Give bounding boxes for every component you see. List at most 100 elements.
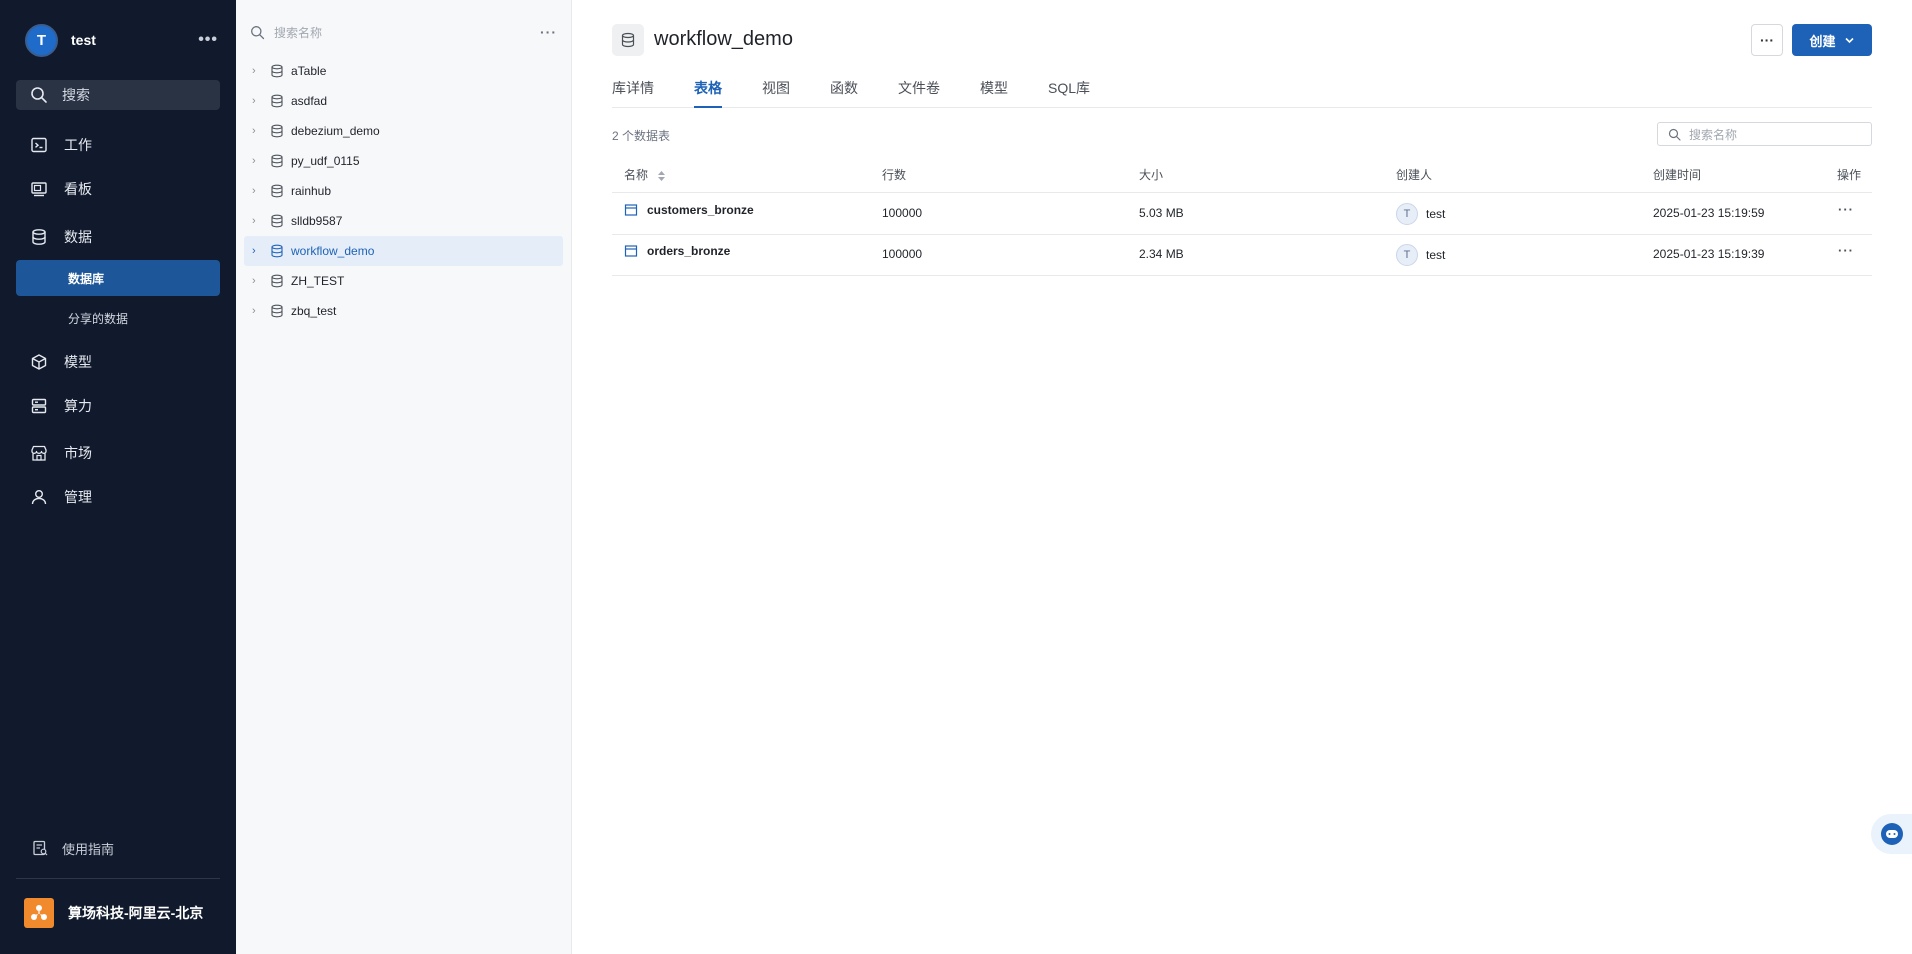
database-icon	[271, 214, 283, 228]
tab-tables[interactable]: 表格	[694, 78, 722, 108]
nav-item-label: 算力	[64, 398, 92, 414]
nav-item-label: 市场	[64, 445, 92, 461]
tab-sql-library[interactable]: SQL库	[1048, 78, 1090, 108]
chevron-right-icon[interactable]: ›	[252, 245, 264, 257]
nav-search-button[interactable]: 搜索	[16, 80, 220, 110]
tab-models[interactable]: 模型	[980, 78, 1008, 108]
search-icon	[1668, 128, 1681, 141]
tab-details[interactable]: 库详情	[612, 78, 654, 108]
chat-support-button[interactable]	[1871, 814, 1912, 854]
table-row[interactable]: customers_bronze 100000 5.03 MB T test 2…	[612, 194, 1872, 235]
owner-name: test	[1426, 248, 1446, 262]
owner-cell: T test	[1396, 244, 1445, 266]
column-header-owner: 创建人	[1396, 168, 1433, 182]
search-icon	[251, 25, 265, 39]
chevron-right-icon[interactable]: ›	[252, 65, 264, 77]
nav-divider	[16, 878, 220, 879]
chevron-right-icon[interactable]: ›	[252, 95, 264, 107]
table-row[interactable]: orders_bronze 100000 2.34 MB T test 2025…	[612, 235, 1872, 276]
row-more-icon[interactable]: ···	[1838, 243, 1854, 258]
tree-item-label: workflow_demo	[291, 244, 375, 258]
database-icon	[271, 94, 283, 108]
column-header-name[interactable]: 名称	[624, 166, 666, 183]
nav-item-label: 模型	[64, 354, 92, 370]
size-cell: 2.34 MB	[1139, 247, 1184, 261]
nav-sub-databases[interactable]: 数据库	[16, 260, 220, 296]
user-name: test	[71, 32, 96, 48]
chevron-right-icon[interactable]: ›	[252, 125, 264, 137]
table-name-cell[interactable]: orders_bronze	[624, 244, 730, 258]
nav-item-work[interactable]: 工作	[16, 127, 220, 163]
created-time-cell: 2025-01-23 15:19:39	[1653, 247, 1765, 261]
nav-item-compute[interactable]: 算力	[16, 388, 220, 424]
search-icon	[31, 87, 47, 103]
tree-item-label: py_udf_0115	[291, 154, 360, 168]
chevron-right-icon[interactable]: ›	[252, 305, 264, 317]
cube-icon	[31, 354, 47, 370]
avatar[interactable]: T	[25, 23, 58, 57]
owner-cell: T test	[1396, 203, 1445, 225]
chevron-right-icon[interactable]: ›	[252, 155, 264, 167]
tree-item-zbq-test[interactable]: › zbq_test	[244, 296, 563, 326]
database-icon	[621, 32, 635, 48]
tree-search-placeholder: 搜索名称	[274, 25, 323, 40]
tab-volumes[interactable]: 文件卷	[898, 78, 940, 108]
database-icon	[32, 229, 46, 245]
table-name-link[interactable]: customers_bronze	[647, 203, 754, 217]
nav-item-label: 看板	[64, 181, 92, 197]
chevron-right-icon[interactable]: ›	[252, 275, 264, 287]
table-name-cell[interactable]: customers_bronze	[624, 203, 754, 217]
nav-item-label: 工作	[64, 137, 92, 153]
tree-item-atable[interactable]: › aTable	[244, 56, 563, 86]
tree-item-workflow-demo[interactable]: › workflow_demo	[244, 236, 563, 266]
more-icon[interactable]: •••	[198, 31, 218, 49]
tab-views[interactable]: 视图	[762, 78, 790, 108]
tree-item-asdfad[interactable]: › asdfad	[244, 86, 563, 116]
create-button[interactable]: 创建	[1792, 24, 1872, 56]
table-icon	[624, 204, 638, 216]
org-switcher[interactable]: 算场科技-阿里云-北京	[24, 898, 203, 928]
table-header: 名称 行数 大小 创建人 创建时间 操作	[612, 160, 1872, 193]
nav-item-market[interactable]: 市场	[16, 435, 220, 471]
nav-sub-shared-data[interactable]: 分享的数据	[16, 300, 220, 336]
monitor-icon	[31, 182, 47, 197]
chevron-right-icon[interactable]: ›	[252, 215, 264, 227]
database-icon	[271, 274, 283, 288]
database-icon	[271, 244, 283, 258]
column-header-label: 名称	[624, 168, 649, 182]
chat-icon	[1880, 823, 1903, 845]
more-actions-button[interactable]: ···	[1751, 24, 1783, 56]
table-name-link[interactable]: orders_bronze	[647, 244, 730, 258]
user-row[interactable]: T test •••	[25, 22, 218, 58]
chevron-right-icon[interactable]: ›	[252, 185, 264, 197]
tree-item-zh-test[interactable]: › ZH_TEST	[244, 266, 563, 296]
database-icon	[271, 304, 283, 318]
size-cell: 5.03 MB	[1139, 206, 1184, 220]
tab-functions[interactable]: 函数	[830, 78, 858, 108]
database-icon	[271, 184, 283, 198]
table-search-input[interactable]: 搜索名称	[1657, 122, 1872, 146]
column-header-size: 大小	[1139, 168, 1164, 182]
tree-item-label: ZH_TEST	[291, 274, 345, 288]
tree-item-label: asdfad	[291, 94, 328, 108]
person-icon	[31, 490, 47, 505]
tree-item-rainhub[interactable]: › rainhub	[244, 176, 563, 206]
nav-search-label: 搜索	[62, 87, 90, 103]
nav-item-label: 管理	[64, 489, 92, 505]
tree-more-icon[interactable]: ···	[540, 24, 557, 40]
tree-item-slldb[interactable]: › slldb9587	[244, 206, 563, 236]
nav-item-data[interactable]: 数据	[16, 219, 220, 255]
tree-search-input[interactable]: 搜索名称 ···	[250, 20, 557, 44]
sort-icon[interactable]	[657, 170, 666, 182]
page-title: workflow_demo	[654, 28, 793, 50]
user-guide-link[interactable]: 使用指南	[16, 834, 220, 862]
tree-item-label: zbq_test	[291, 304, 337, 318]
tree-item-py-udf[interactable]: › py_udf_0115	[244, 146, 563, 176]
nav-item-dashboard[interactable]: 看板	[16, 171, 220, 207]
nav-item-admin[interactable]: 管理	[16, 479, 220, 515]
nav-item-models[interactable]: 模型	[16, 344, 220, 380]
org-name: 算场科技-阿里云-北京	[68, 905, 204, 921]
left-nav: T test ••• 搜索 工作 看板 数据 数据库 分享的数据 模型 算力 市…	[0, 0, 236, 954]
row-more-icon[interactable]: ···	[1838, 202, 1854, 217]
tree-item-debezium-demo[interactable]: › debezium_demo	[244, 116, 563, 146]
